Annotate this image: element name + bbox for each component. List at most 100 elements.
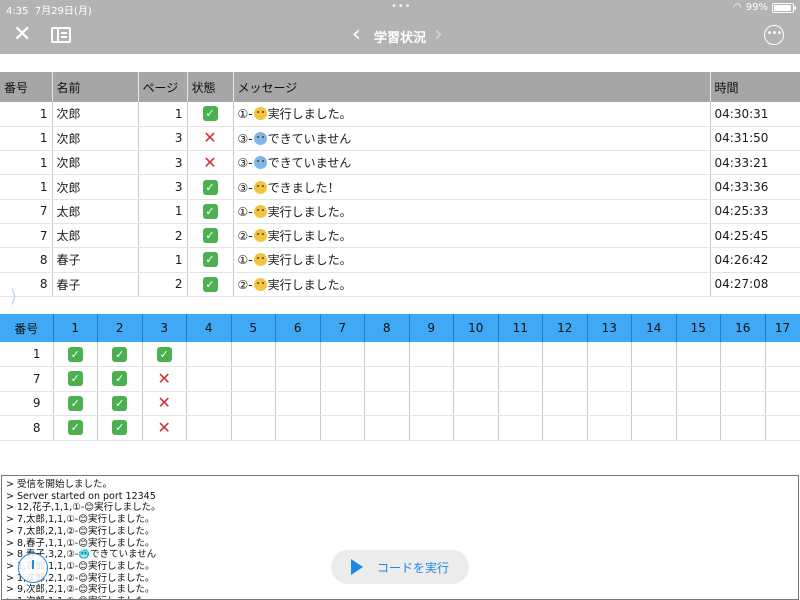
- progress-col-header-page[interactable]: 11: [498, 314, 543, 342]
- progress-cell: [186, 342, 232, 367]
- smile-face-icon: [253, 180, 267, 194]
- progress-cell: [275, 415, 321, 441]
- log-cell-status: ✓: [187, 102, 234, 127]
- message-text: できていません: [267, 156, 352, 171]
- progress-col-header-page[interactable]: 6: [275, 314, 321, 342]
- progress-col-header-page[interactable]: 14: [631, 314, 677, 342]
- col-header-message[interactable]: メッセージ: [233, 72, 711, 102]
- progress-cell: [320, 366, 365, 392]
- progress-cell: [320, 391, 365, 416]
- navigation-bar: ✕ ‹ 学習状況 › •••: [0, 18, 800, 54]
- check-icon: ✓: [202, 203, 218, 219]
- progress-col-header-number[interactable]: 番号: [0, 314, 54, 342]
- col-header-status[interactable]: 状態: [187, 72, 234, 102]
- col-header-time[interactable]: 時間: [710, 72, 800, 102]
- progress-col-header-page[interactable]: 5: [231, 314, 276, 342]
- log-cell-page: 3: [138, 150, 188, 176]
- multitask-dots[interactable]: •••: [391, 1, 412, 12]
- battery-icon: [772, 2, 796, 13]
- close-icon[interactable]: ✕: [13, 23, 31, 47]
- progress-cell-number: 8: [0, 415, 54, 441]
- progress-col-header-page[interactable]: 17: [765, 314, 800, 342]
- log-row[interactable]: 7 太郎 1 ✓ ①- 実行しました。 04:25:33: [0, 199, 800, 224]
- log-row[interactable]: 8 春子 1 ✓ ①- 実行しました。 04:26:42: [0, 247, 800, 273]
- log-cell-page: 2: [138, 223, 188, 249]
- progress-col-header-page[interactable]: 10: [453, 314, 499, 342]
- log-cell-name: 次郎: [52, 150, 139, 176]
- status-time: 4:35 7月29日(月): [6, 6, 92, 17]
- log-cell-status: ✓: [187, 199, 234, 224]
- smile-face-icon: [253, 107, 267, 121]
- progress-col-header-page[interactable]: 9: [409, 314, 454, 342]
- progress-col-header-page[interactable]: 4: [186, 314, 232, 342]
- progress-col-header-page[interactable]: 8: [364, 314, 410, 342]
- progress-cell-number: 9: [0, 391, 54, 416]
- check-icon: ✓: [67, 420, 83, 436]
- more-options-icon[interactable]: •••: [764, 25, 784, 45]
- progress-cell: [275, 366, 321, 392]
- progress-col-header-page[interactable]: 3: [142, 314, 187, 342]
- log-cell-message: ①- 実行しました。: [233, 247, 711, 273]
- log-cell-time: 04:31:50: [710, 126, 800, 152]
- progress-cell: [587, 415, 632, 441]
- progress-cell: [765, 366, 800, 392]
- col-header-name[interactable]: 名前: [52, 72, 139, 102]
- sidebar-toggle-icon[interactable]: [51, 27, 71, 43]
- status-right: ◠ 99%: [733, 2, 796, 13]
- log-row[interactable]: 1 次郎 3 ✓ ③- できました！ 04:33:36: [0, 174, 800, 200]
- log-row[interactable]: 1 次郎 3 ✕ ③- できていません 04:31:50: [0, 126, 800, 152]
- progress-cell: [765, 342, 800, 367]
- progress-row[interactable]: 1 ✓ ✓ ✓: [0, 342, 800, 367]
- chevron-left-icon[interactable]: ‹: [352, 23, 361, 47]
- progress-cell: ✓: [97, 342, 143, 367]
- log-row[interactable]: 1 次郎 1 ✓ ①- 実行しました。 04:30:31: [0, 102, 800, 127]
- log-row[interactable]: 8 春子 2 ✓ ②- 実行しました。 04:27:08: [0, 272, 800, 297]
- progress-col-header-page[interactable]: 13: [587, 314, 632, 342]
- log-cell-time: 04:33:21: [710, 150, 800, 176]
- smile-face-icon: [253, 253, 267, 267]
- log-cell-page: 2: [138, 272, 188, 297]
- col-header-number[interactable]: 番号: [0, 72, 53, 102]
- progress-row[interactable]: 9 ✓ ✓ ✕: [0, 391, 800, 416]
- log-cell-message: ②- 実行しました。: [233, 223, 711, 249]
- progress-cell: [765, 391, 800, 416]
- progress-cell: [720, 342, 766, 367]
- log-cell-message: ①- 実行しました。: [233, 102, 711, 127]
- console-line: > 受信を開始しました。: [6, 479, 112, 490]
- progress-col-header-page[interactable]: 12: [542, 314, 588, 342]
- col-header-page[interactable]: ページ: [138, 72, 188, 102]
- progress-cell: [409, 415, 454, 441]
- progress-cell: [542, 391, 588, 416]
- progress-cell: ✓: [97, 366, 143, 392]
- progress-row[interactable]: 8 ✓ ✓ ✕: [0, 415, 800, 441]
- progress-cell: [231, 391, 276, 416]
- progress-cell: [453, 366, 499, 392]
- log-cell-status: ✕: [187, 126, 234, 152]
- progress-cell: [498, 342, 543, 367]
- progress-cell: [364, 415, 410, 441]
- message-prefix: ②-: [237, 277, 253, 292]
- progress-col-header-page[interactable]: 7: [320, 314, 365, 342]
- progress-cell: [275, 342, 321, 367]
- progress-col-header-page[interactable]: 16: [720, 314, 766, 342]
- loading-spinner-icon: [18, 553, 48, 583]
- smile-face-icon: [253, 277, 267, 291]
- progress-header-row: 番号 1 2 3 4 5 6 7 8 9 10 11 12 13 14 15 16 17: [0, 314, 800, 342]
- progress-cell: [364, 366, 410, 392]
- progress-row[interactable]: 7 ✓ ✓ ✕: [0, 366, 800, 392]
- progress-col-header-page[interactable]: 1: [53, 314, 98, 342]
- log-row[interactable]: 1 次郎 3 ✕ ③- できていません 04:33:21: [0, 150, 800, 176]
- progress-col-header-page[interactable]: 15: [676, 314, 721, 342]
- progress-cell: [231, 366, 276, 392]
- progress-cell: ✕: [142, 391, 187, 416]
- console-line: > Server started on port 12345: [6, 490, 156, 502]
- log-row[interactable]: 7 太郎 2 ✓ ②- 実行しました。 04:25:45: [0, 223, 800, 249]
- progress-cell: [453, 342, 499, 367]
- run-code-label: コードを実行: [377, 560, 450, 575]
- progress-cell: [676, 366, 721, 392]
- log-cell-name: 次郎: [52, 102, 139, 127]
- run-code-button[interactable]: コードを実行: [331, 550, 469, 584]
- progress-col-header-page[interactable]: 2: [97, 314, 143, 342]
- log-cell-name: 太郎: [52, 223, 139, 249]
- log-cell-status: ✓: [187, 272, 234, 297]
